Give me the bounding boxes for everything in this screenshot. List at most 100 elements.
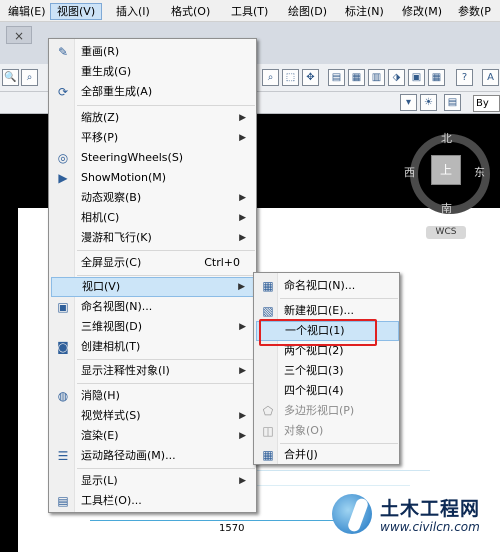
chevron-right-icon: ▶: [239, 193, 246, 203]
viewports-submenu: ▦ 命名视口(N)... ▧ 新建视口(E)... 一个视口(1) 两个视口(2…: [253, 272, 400, 465]
menu-item-annotation-objects[interactable]: 显示注释性对象(I) ▶: [51, 361, 254, 381]
submenu-item-three-viewports[interactable]: 三个视口(3): [256, 361, 399, 381]
layer-state-icon[interactable]: ☀: [420, 94, 437, 111]
watermark-title: 土木工程网: [380, 498, 481, 520]
chevron-right-icon: ▶: [239, 322, 246, 332]
menu-item-3d-views[interactable]: 三维视图(D) ▶: [51, 317, 254, 337]
new-viewport-icon: ▧: [262, 304, 274, 318]
annotation-highlight-box: [259, 319, 377, 346]
menu-item-render[interactable]: 渲染(E) ▶: [51, 426, 254, 446]
menu-format[interactable]: 格式(O): [165, 3, 216, 20]
menu-separator: [77, 468, 255, 469]
menu-item-create-camera[interactable]: ◙ 创建相机(T): [51, 337, 254, 357]
menu-item-orbit[interactable]: 动态观察(B) ▶: [51, 188, 254, 208]
sheet-set-icon[interactable]: ⬗: [388, 69, 405, 86]
chevron-right-icon: ▶: [239, 133, 246, 143]
menu-separator: [77, 105, 255, 106]
object-viewport-icon: ◫: [262, 424, 274, 438]
menu-insert[interactable]: 插入(I): [110, 3, 156, 20]
dimension-text: 1570: [219, 523, 245, 534]
chevron-right-icon: ▶: [239, 411, 246, 421]
compass-west[interactable]: 西: [404, 164, 415, 180]
menu-item-regen[interactable]: 重生成(G): [51, 62, 254, 82]
named-view-icon: ▣: [57, 300, 69, 314]
submenu-item-four-viewports[interactable]: 四个视口(4): [256, 381, 399, 401]
zoom-extents-icon[interactable]: ⬚: [282, 69, 299, 86]
menu-item-named-views[interactable]: ▣ 命名视图(N)...: [51, 297, 254, 317]
site-watermark: 土木工程网 www.civilcn.com: [324, 488, 500, 552]
menu-item-pan[interactable]: 平移(P) ▶: [51, 128, 254, 148]
menu-item-steeringwheels[interactable]: ◎ SteeringWheels(S): [51, 148, 254, 168]
menu-item-walk-fly[interactable]: 漫游和飞行(K) ▶: [51, 228, 254, 248]
compass-south[interactable]: 南: [441, 200, 452, 216]
camera-icon: ◙: [57, 340, 69, 354]
calculator-icon[interactable]: ▦: [428, 69, 445, 86]
compass-east[interactable]: 东: [474, 164, 485, 180]
menu-draw[interactable]: 绘图(D): [282, 3, 333, 20]
design-center-icon[interactable]: ▦: [348, 69, 365, 86]
menu-item-showmotion[interactable]: ▶ ShowMotion(M): [51, 168, 254, 188]
motion-path-icon: ☰: [57, 449, 69, 463]
color-control[interactable]: By: [473, 95, 500, 112]
menu-modify[interactable]: 修改(M): [396, 3, 448, 20]
menu-parameters[interactable]: 参数(P: [452, 3, 497, 20]
steering-wheel-icon: ◎: [57, 151, 69, 165]
menu-item-visual-styles[interactable]: 视觉样式(S) ▶: [51, 406, 254, 426]
layer-properties-icon[interactable]: ▤: [444, 94, 461, 111]
menu-separator: [77, 383, 255, 384]
zoom-realtime-icon[interactable]: 🔍: [2, 69, 19, 86]
menu-item-redraw[interactable]: ✎ 重画(R): [51, 42, 254, 62]
menu-item-viewports[interactable]: 视口(V) ▶: [51, 277, 254, 297]
submenu-item-named-viewports[interactable]: ▦ 命名视口(N)...: [256, 276, 399, 296]
menu-tools[interactable]: 工具(T): [225, 3, 274, 20]
menu-item-hide[interactable]: ◍ 消隐(H): [51, 386, 254, 406]
menu-separator: [77, 250, 255, 251]
submenu-item-object-viewport: ◫ 对象(O): [256, 421, 399, 441]
viewcube-face[interactable]: 上: [431, 155, 461, 185]
text-style-icon[interactable]: A: [482, 69, 499, 86]
properties-icon[interactable]: ▤: [328, 69, 345, 86]
view-menu: ✎ 重画(R) 重生成(G) ⟳ 全部重生成(A) 缩放(Z) ▶ 平移(P) …: [48, 38, 257, 513]
menu-item-zoom[interactable]: 缩放(Z) ▶: [51, 108, 254, 128]
pencil-icon: ✎: [57, 45, 69, 59]
wcs-menu[interactable]: WCS: [426, 226, 466, 239]
submenu-item-join[interactable]: ▦ 合并(J): [256, 445, 399, 465]
menu-view[interactable]: 视图(V): [50, 3, 103, 20]
chevron-right-icon: ▶: [239, 213, 246, 223]
pan-icon[interactable]: ✥: [302, 69, 319, 86]
chevron-right-icon: ▶: [238, 282, 245, 292]
submenu-item-new-viewports[interactable]: ▧ 新建视口(E)...: [256, 301, 399, 321]
toolbar-icon: ▤: [57, 494, 69, 508]
showmotion-icon: ▶: [58, 171, 68, 185]
menu-item-toolbars[interactable]: ▤ 工具栏(O)...: [51, 491, 254, 511]
menu-item-clean-screen[interactable]: 全屏显示(C) Ctrl+0: [51, 253, 254, 273]
chevron-right-icon: ▶: [239, 113, 246, 123]
menu-item-regen-all[interactable]: ⟳ 全部重生成(A): [51, 82, 254, 102]
help-icon[interactable]: ?: [456, 69, 473, 86]
chevron-right-icon: ▶: [239, 431, 246, 441]
zoom-window-icon[interactable]: ⌕: [21, 69, 38, 86]
zoom-previous-icon[interactable]: ⌕: [262, 69, 279, 86]
chevron-right-icon: ▶: [239, 366, 246, 376]
compass-north[interactable]: 北: [441, 130, 452, 146]
menu-separator: [280, 298, 398, 299]
watermark-url: www.civilcn.com: [380, 520, 480, 534]
regen-all-icon: ⟳: [57, 85, 69, 99]
menu-separator: [280, 443, 398, 444]
menu-item-camera[interactable]: 相机(C) ▶: [51, 208, 254, 228]
menu-separator: [77, 275, 255, 276]
chevron-right-icon: ▶: [239, 476, 246, 486]
menu-item-display[interactable]: 显示(L) ▶: [51, 471, 254, 491]
dimension-line: [90, 520, 350, 521]
markup-icon[interactable]: ▣: [408, 69, 425, 86]
polygon-viewport-icon: ⬠: [262, 404, 274, 418]
tab-close-icon[interactable]: ×: [6, 26, 32, 44]
tool-palette-icon[interactable]: ▥: [368, 69, 385, 86]
menu-edit[interactable]: 编辑(E): [2, 3, 52, 20]
menu-item-motion-path[interactable]: ☰ 运动路径动画(M)...: [51, 446, 254, 466]
chevron-right-icon: ▶: [239, 233, 246, 243]
submenu-item-polygonal-viewport: ⬠ 多边形视口(P): [256, 401, 399, 421]
menu-dimension[interactable]: 标注(N): [339, 3, 390, 20]
layer-dropdown-icon[interactable]: ▾: [400, 94, 417, 111]
site-logo-icon: [332, 494, 372, 534]
